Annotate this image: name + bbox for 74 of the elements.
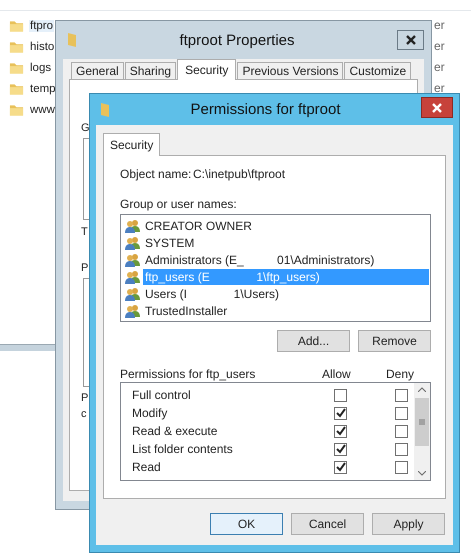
users-icon bbox=[125, 304, 141, 318]
allow-checkbox[interactable] bbox=[334, 388, 347, 402]
user-name[interactable]: SYSTEM bbox=[143, 234, 429, 250]
label-text: P bbox=[81, 392, 88, 404]
column-header: Allow bbox=[322, 366, 352, 380]
tab[interactable]: Previous Versions bbox=[237, 62, 344, 79]
users-icon bbox=[125, 270, 141, 284]
users-icon bbox=[125, 236, 141, 250]
dialog-button[interactable]: Cancel bbox=[291, 513, 364, 535]
file-type: er bbox=[434, 80, 445, 97]
user-name[interactable]: CREATOR OWNER bbox=[143, 218, 429, 234]
deny-checkbox[interactable] bbox=[395, 406, 408, 420]
file-name[interactable]: www bbox=[29, 104, 56, 116]
folder-icon bbox=[9, 40, 24, 54]
tab[interactable]: Customize bbox=[344, 62, 412, 79]
file-name[interactable]: logs bbox=[29, 62, 52, 74]
dialog-button[interactable]: OK bbox=[210, 513, 283, 535]
scrollbar[interactable] bbox=[414, 383, 430, 480]
user-name[interactable]: TrustedInstaller bbox=[143, 302, 429, 318]
file-type: er bbox=[434, 38, 445, 55]
user-name[interactable]: Administrators (E_ 01\Administrators) bbox=[143, 252, 429, 268]
scroll-up-icon[interactable] bbox=[418, 387, 426, 392]
label-text: T bbox=[81, 226, 88, 238]
folder-icon bbox=[9, 60, 24, 74]
label-text: P bbox=[81, 262, 88, 274]
window-title: Permissions for ftproot bbox=[189, 101, 342, 118]
file-type: er bbox=[434, 59, 445, 76]
object-name-label: Object name: bbox=[120, 167, 192, 183]
close-button[interactable] bbox=[421, 97, 453, 118]
allow-checkbox[interactable] bbox=[334, 406, 347, 420]
permission-name: Modify bbox=[132, 406, 168, 420]
deny-checkbox[interactable] bbox=[395, 442, 408, 456]
permissions-label: Permissions for ftp_users bbox=[120, 366, 256, 380]
folder-icon bbox=[9, 18, 24, 32]
grip-icon[interactable] bbox=[419, 419, 425, 425]
deny-checkbox[interactable] bbox=[395, 460, 408, 474]
users-icon bbox=[125, 218, 141, 232]
tab[interactable]: Sharing bbox=[124, 62, 176, 79]
object-name: C:\inetpub\ftproot bbox=[193, 167, 286, 183]
close-icon[interactable] bbox=[406, 35, 416, 45]
file-type: er bbox=[434, 17, 445, 34]
tab[interactable]: Security bbox=[177, 59, 236, 80]
label-text: G bbox=[81, 122, 90, 134]
folder-icon bbox=[9, 82, 24, 96]
permission-name: Read bbox=[132, 460, 162, 474]
permission-name: Full control bbox=[132, 388, 192, 402]
user-name[interactable]: Users (I 1\Users) bbox=[143, 286, 429, 302]
file-name[interactable]: temp bbox=[29, 82, 57, 94]
column-header: Deny bbox=[386, 366, 414, 380]
permission-name: List folder contents bbox=[132, 442, 234, 456]
dialog-button[interactable]: Apply bbox=[372, 513, 445, 535]
user-list[interactable]: CREATOR OWNER SYSTEM Administrators (E_ 01\Administrators) ftp_users (E 1\ftp_users) Users (I 1\Users) TrustedInstaller bbox=[120, 214, 431, 322]
file-name[interactable]: ftpro bbox=[29, 20, 54, 32]
tab[interactable]: General bbox=[71, 62, 124, 79]
file-name[interactable]: histo bbox=[29, 40, 56, 52]
close-button[interactable] bbox=[397, 30, 424, 50]
permission-name: Read & execute bbox=[132, 424, 218, 438]
remove-button[interactable]: Remove bbox=[358, 330, 431, 352]
add-button[interactable]: Add... bbox=[277, 330, 350, 352]
allow-checkbox[interactable] bbox=[334, 460, 347, 474]
folder-icon bbox=[67, 32, 77, 48]
allow-checkbox[interactable] bbox=[334, 442, 347, 456]
scroll-down-icon[interactable] bbox=[418, 471, 426, 476]
folder-icon bbox=[9, 102, 24, 116]
deny-checkbox[interactable] bbox=[395, 424, 408, 438]
group-label: Group or user names: bbox=[120, 197, 238, 211]
folder-icon bbox=[100, 102, 110, 118]
users-icon bbox=[125, 286, 141, 300]
allow-checkbox[interactable] bbox=[334, 424, 347, 438]
deny-checkbox[interactable] bbox=[395, 388, 408, 402]
users-icon bbox=[125, 252, 141, 266]
label-text: c bbox=[81, 408, 86, 420]
tab[interactable]: Security bbox=[103, 133, 160, 156]
window-title: ftproot Properties bbox=[178, 32, 296, 48]
